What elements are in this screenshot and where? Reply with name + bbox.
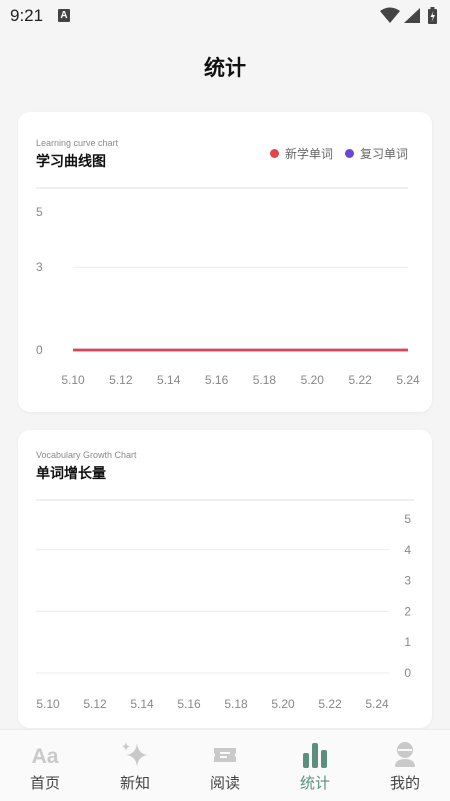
y-tick-label: 3 bbox=[404, 574, 411, 588]
font-aa-icon: Aa bbox=[32, 745, 59, 768]
ticket-icon bbox=[214, 748, 236, 762]
bar-chart-icon bbox=[303, 743, 327, 768]
x-tick-label: 5.10 bbox=[36, 697, 60, 711]
x-tick-label: 5.22 bbox=[318, 697, 342, 711]
nav-item-stats[interactable]: 统计 bbox=[270, 730, 360, 801]
nav-item-reading[interactable]: 阅读 bbox=[180, 730, 270, 801]
x-tick-label: 5.10 bbox=[61, 373, 85, 387]
status-bar: 9:21 A bbox=[0, 0, 450, 32]
status-icons bbox=[380, 7, 437, 24]
nav-label: 首页 bbox=[29, 774, 60, 792]
x-tick-label: 5.20 bbox=[271, 697, 295, 711]
bottom-navigation: Aa 首页 新知 阅读 统计 我的 bbox=[0, 729, 450, 801]
learning-curve-card: Learning curve chart 学习曲线图 新学单词 复习单词 035… bbox=[18, 112, 432, 412]
y-tick-label: 5 bbox=[404, 512, 411, 526]
nav-label: 阅读 bbox=[209, 774, 240, 792]
page-title: 统计 bbox=[204, 56, 246, 80]
y-tick-label: 2 bbox=[404, 604, 411, 618]
y-tick-label: 3 bbox=[36, 260, 43, 274]
nav-label: 新知 bbox=[119, 774, 150, 792]
notification-letter-icon: A bbox=[58, 9, 70, 22]
y-tick-label: 0 bbox=[404, 666, 411, 680]
nav-label: 我的 bbox=[389, 774, 420, 792]
x-tick-label: 5.18 bbox=[253, 373, 277, 387]
x-tick-label: 5.18 bbox=[224, 697, 248, 711]
wifi-icon bbox=[380, 7, 400, 23]
y-tick-label: 0 bbox=[36, 343, 43, 357]
y-tick-label: 5 bbox=[36, 205, 43, 219]
x-tick-label: 5.24 bbox=[396, 373, 420, 387]
x-tick-label: 5.14 bbox=[157, 373, 181, 387]
x-tick-label: 5.14 bbox=[130, 697, 154, 711]
status-time: 9:21 bbox=[10, 6, 44, 25]
x-tick-label: 5.12 bbox=[83, 697, 107, 711]
nav-item-home[interactable]: Aa 首页 bbox=[0, 730, 90, 801]
signal-icon bbox=[404, 8, 420, 23]
x-tick-label: 5.24 bbox=[365, 697, 389, 711]
x-tick-label: 5.16 bbox=[205, 373, 229, 387]
x-tick-label: 5.12 bbox=[109, 373, 133, 387]
svg-text:Aa: Aa bbox=[32, 745, 59, 768]
battery-icon bbox=[428, 7, 437, 24]
vocabulary-growth-chart: 0 1 2 3 4 5 5.10 5.12 5.14 5.16 5.18 5.20 5.22 5.24 bbox=[36, 499, 414, 711]
nav-label: 统计 bbox=[299, 774, 330, 792]
x-tick-label: 5.22 bbox=[348, 373, 372, 387]
user-icon bbox=[395, 742, 415, 767]
x-tick-label: 5.16 bbox=[177, 697, 201, 711]
learning-curve-chart: 0 3 5 5.10 5.12 5.14 5.16 5.18 5.20 5.22 5.24 bbox=[36, 187, 420, 387]
y-tick-label: 4 bbox=[404, 543, 411, 557]
vocabulary-growth-card: Vocabulary Growth Chart 单词增长量 0 1 2 3 4 5 5.10… bbox=[18, 430, 432, 728]
nav-item-discover[interactable]: 新知 bbox=[90, 730, 180, 801]
nav-item-profile[interactable]: 我的 bbox=[360, 730, 450, 801]
x-tick-label: 5.20 bbox=[301, 373, 325, 387]
sparkle-icon bbox=[122, 742, 148, 767]
y-tick-label: 1 bbox=[404, 635, 411, 649]
